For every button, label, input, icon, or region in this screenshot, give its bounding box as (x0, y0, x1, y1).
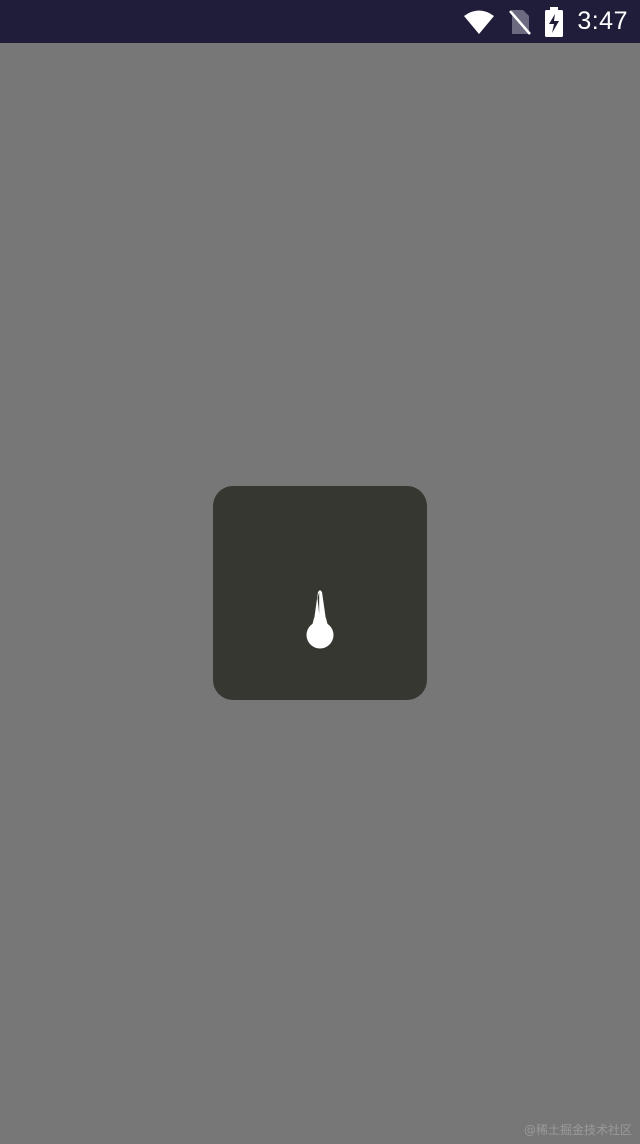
status-time: 3:47 (577, 7, 628, 35)
loading-needle-icon (306, 590, 334, 649)
watermark: @稀土掘金技术社区 (523, 1123, 632, 1137)
no-sim-icon (509, 8, 532, 36)
status-icons: 3:47 (463, 0, 628, 43)
loading-dialog (213, 486, 427, 700)
battery-charging-icon (545, 6, 564, 37)
wifi-icon (463, 9, 495, 35)
status-bar: 3:47 (0, 0, 640, 43)
